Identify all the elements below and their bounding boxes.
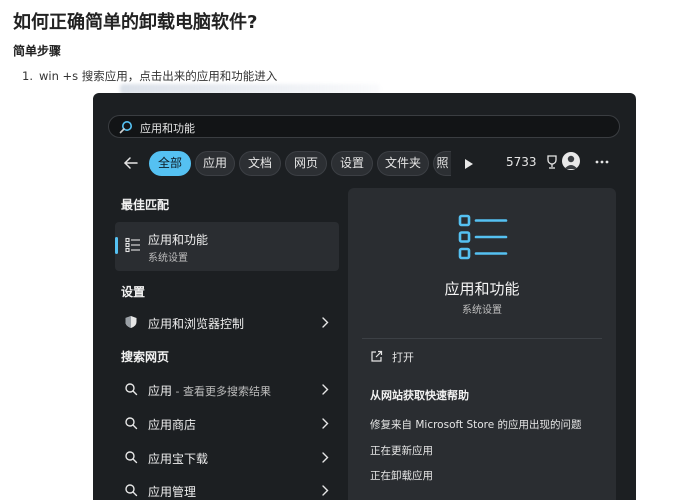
settings-result-item[interactable]: 应用和浏览器控制 bbox=[121, 312, 329, 334]
search-icon bbox=[125, 484, 138, 497]
filter-chip-documents[interactable]: 文档 bbox=[239, 151, 281, 176]
rewards-trophy-icon[interactable] bbox=[545, 154, 559, 170]
user-avatar[interactable] bbox=[562, 152, 580, 170]
web-result-label: 应用宝下载 bbox=[148, 452, 209, 466]
web-result-item[interactable]: 应用宝下载 bbox=[121, 447, 329, 469]
web-search-header: 搜索网页 bbox=[121, 350, 170, 364]
section-heading: 简单步骤 bbox=[13, 44, 62, 58]
filter-chip-web[interactable]: 网页 bbox=[285, 151, 327, 176]
best-match-subtitle: 系统设置 bbox=[148, 253, 188, 264]
detail-panel: 应用和功能 系统设置 打开 从网站获取快速帮助 修复来自 Microsoft S… bbox=[348, 188, 616, 500]
chevron-right-icon bbox=[322, 485, 329, 496]
rewards-points: 5733 bbox=[506, 155, 537, 169]
web-result-label: 应用管理 bbox=[148, 485, 197, 499]
help-header: 从网站获取快速帮助 bbox=[370, 389, 469, 402]
article-title: 如何正确简单的卸载电脑软件? bbox=[13, 12, 258, 33]
apps-list-icon bbox=[458, 214, 508, 260]
web-result-label: 应用商店 bbox=[148, 418, 197, 432]
windows-search-window: 应用和功能 全部 应用 文档 网页 设置 文件夹 照 5733 最佳匹配 应用和… bbox=[93, 93, 636, 500]
web-result-item[interactable]: 应用管理 bbox=[121, 480, 329, 500]
chevron-right-icon bbox=[322, 418, 329, 429]
help-link[interactable]: 正在卸载应用 bbox=[370, 468, 433, 483]
filter-chip-all[interactable]: 全部 bbox=[149, 151, 191, 176]
search-icon bbox=[125, 383, 138, 396]
divider bbox=[362, 338, 602, 339]
more-options-icon[interactable] bbox=[594, 154, 610, 170]
web-result-item[interactable]: 应用 - 查看更多搜索结果 bbox=[121, 379, 329, 401]
settings-header: 设置 bbox=[121, 285, 146, 299]
best-match-result[interactable]: 应用和功能 系统设置 bbox=[115, 222, 339, 271]
filter-chip-apps[interactable]: 应用 bbox=[195, 151, 235, 176]
search-icon bbox=[125, 451, 138, 464]
detail-title: 应用和功能 bbox=[444, 280, 520, 298]
filter-chip-photos[interactable]: 照 bbox=[433, 151, 451, 176]
step-item: 1. win +s 搜索应用，点击出来的应用和功能进入 bbox=[22, 68, 277, 84]
back-arrow-icon[interactable] bbox=[122, 154, 140, 172]
web-result-suffix: - 查看更多搜索结果 bbox=[172, 385, 271, 398]
detail-subtitle: 系统设置 bbox=[462, 305, 502, 316]
settings-result-label: 应用和浏览器控制 bbox=[148, 317, 245, 331]
web-result-item[interactable]: 应用商店 bbox=[121, 413, 329, 435]
search-icon bbox=[119, 121, 132, 134]
search-query: 应用和功能 bbox=[140, 122, 195, 135]
play-icon[interactable] bbox=[464, 158, 474, 170]
apps-list-icon bbox=[125, 237, 140, 253]
chevron-right-icon bbox=[322, 317, 329, 328]
filter-chip-settings[interactable]: 设置 bbox=[331, 151, 373, 176]
web-result-main: 应用 bbox=[148, 384, 173, 398]
help-link[interactable]: 正在更新应用 bbox=[370, 443, 433, 458]
best-match-title: 应用和功能 bbox=[148, 233, 209, 247]
selection-indicator bbox=[115, 237, 118, 254]
step-number: 1. bbox=[22, 69, 33, 83]
help-link[interactable]: 修复来自 Microsoft Store 的应用出现的问题 bbox=[370, 417, 582, 432]
shield-icon bbox=[125, 316, 137, 328]
search-input[interactable]: 应用和功能 bbox=[108, 115, 620, 138]
filter-chip-folders[interactable]: 文件夹 bbox=[377, 151, 429, 176]
web-result-label: 应用 - 查看更多搜索结果 bbox=[148, 382, 271, 399]
open-external-icon bbox=[371, 350, 383, 362]
best-match-header: 最佳匹配 bbox=[121, 198, 170, 212]
step-text: win +s 搜索应用，点击出来的应用和功能进入 bbox=[38, 69, 278, 83]
chevron-right-icon bbox=[322, 384, 329, 395]
filter-bar: 全部 应用 文档 网页 设置 文件夹 照 5733 bbox=[93, 148, 636, 178]
search-icon bbox=[125, 417, 138, 430]
open-button-label: 打开 bbox=[392, 351, 414, 364]
chevron-right-icon bbox=[322, 452, 329, 463]
user-icon bbox=[564, 155, 578, 169]
